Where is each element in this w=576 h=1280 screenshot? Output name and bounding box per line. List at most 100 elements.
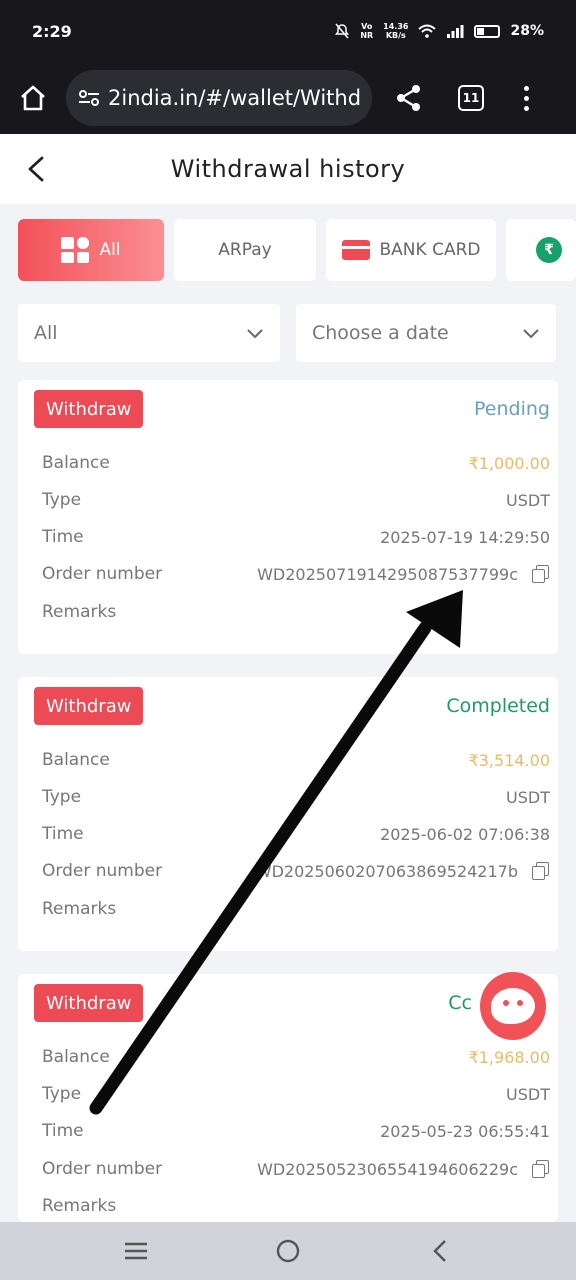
url-bar[interactable]: 2india.in/#/wallet/Withd [66, 70, 372, 126]
browser-toolbar: 2india.in/#/wallet/Withd 11 [0, 62, 576, 134]
mute-bell-icon [335, 23, 350, 39]
type-value: USDT [506, 490, 550, 510]
home-nav-button[interactable] [273, 1236, 303, 1266]
date-filter-dropdown[interactable]: Choose a date [296, 304, 556, 362]
record-status: Pending [474, 398, 550, 420]
speed-value: 14.36 [383, 22, 409, 31]
order-number-row: Order number WD2025071914295087537799c [42, 562, 550, 586]
balance-row: Balance ₹1,000.00 [42, 451, 550, 475]
url-text: 2india.in/#/wallet/Withd [108, 86, 362, 110]
tab-switcher-button[interactable]: 11 [458, 85, 484, 111]
type-row: Type USDT [42, 785, 550, 809]
time-row: Time 2025-06-02 07:06:38 [42, 822, 550, 846]
status-icons: Vo NR 14.36 KB/s 28% [334, 22, 544, 40]
withdrawal-record: Withdraw Completed Balance ₹3,514.00 Typ… [18, 677, 558, 951]
record-type-badge: Withdraw [34, 984, 144, 1022]
time-label: Time [42, 1121, 84, 1141]
signal-icon [447, 25, 464, 38]
status-bar: 2:29 Vo NR 14.36 KB/s 28% [0, 0, 576, 62]
balance-label: Balance [42, 453, 110, 473]
date-filter-value: Choose a date [312, 322, 449, 344]
balance-row: Balance ₹3,514.00 [42, 748, 550, 772]
customer-service-button[interactable] [480, 972, 546, 1040]
withdrawal-record: Withdraw Pending Balance ₹1,000.00 Type … [18, 380, 558, 654]
home-icon [21, 85, 45, 111]
remarks-label: Remarks [42, 1196, 117, 1216]
speed-unit: KB/s [385, 31, 406, 40]
remarks-row: Remarks [42, 600, 550, 624]
network-speed: 14.36 KB/s [383, 22, 408, 40]
copy-icon[interactable] [532, 862, 550, 880]
bank-card-icon [341, 240, 370, 260]
type-value: USDT [506, 1084, 550, 1104]
tab-arpay[interactable]: ARPay [174, 219, 316, 281]
tab-arpay-label: ARPay [218, 240, 272, 260]
order-number-row: Order number WD2025052306554194606229c [42, 1157, 550, 1181]
balance-label: Balance [42, 1047, 110, 1067]
time-row: Time 2025-05-23 06:55:41 [42, 1119, 550, 1143]
recent-apps-button[interactable] [121, 1236, 151, 1266]
order-number-value: WD2025052306554194606229c [257, 1159, 518, 1179]
page-header: Withdrawal history [0, 134, 576, 204]
back-nav-button[interactable] [425, 1236, 455, 1266]
time-value: 2025-05-23 06:55:41 [380, 1121, 550, 1141]
remarks-row: Remarks [42, 897, 550, 921]
payment-method-tabs: All ARPay BANK CARD ₹ [18, 219, 576, 281]
type-label: Type [42, 787, 82, 807]
tab-upi[interactable]: ₹ [506, 219, 576, 281]
tab-bank-card[interactable]: BANK CARD [326, 219, 496, 281]
tab-all[interactable]: All [18, 219, 164, 281]
balance-value: ₹1,968.00 [468, 1047, 550, 1067]
type-value: USDT [506, 787, 550, 807]
order-number-label: Order number [42, 564, 163, 584]
time-label: Time [42, 527, 84, 547]
balance-value: ₹3,514.00 [468, 750, 550, 770]
type-label: Type [42, 490, 82, 510]
record-type-badge: Withdraw [34, 390, 144, 428]
share-icon [397, 85, 420, 111]
order-number-label: Order number [42, 1159, 163, 1179]
rupee-coin-icon: ₹ [536, 237, 562, 263]
system-navigation-bar [0, 1222, 576, 1280]
volte-icon: Vo NR [360, 22, 374, 40]
back-chevron-icon [433, 1240, 446, 1262]
home-button[interactable] [16, 81, 50, 115]
order-number-value: WD2025060207063869524217b [255, 861, 518, 881]
copy-icon[interactable] [532, 1160, 550, 1178]
order-number-row: Order number WD2025060207063869524217b [42, 859, 550, 883]
type-filter-value: All [34, 322, 58, 344]
record-status: Cc [448, 992, 472, 1014]
battery-icon [474, 24, 501, 38]
remarks-label: Remarks [42, 899, 117, 919]
order-number-value: WD2025071914295087537799c [257, 564, 518, 584]
balance-label: Balance [42, 750, 110, 770]
page-title: Withdrawal history [170, 155, 406, 183]
time-row: Time 2025-07-19 14:29:50 [42, 525, 550, 549]
type-filter-dropdown[interactable]: All [18, 304, 280, 362]
order-number-label: Order number [42, 861, 163, 881]
more-menu-icon[interactable] [522, 85, 530, 111]
balance-row: Balance ₹1,968.00 [42, 1045, 550, 1069]
copy-icon[interactable] [532, 565, 550, 583]
site-settings-icon[interactable] [78, 88, 100, 108]
menu-lines-icon [125, 1242, 147, 1260]
chevron-down-icon [247, 329, 263, 339]
time-label: Time [42, 824, 84, 844]
wifi-icon [418, 24, 437, 38]
tab-all-label: All [99, 240, 121, 260]
time-value: 2025-06-02 07:06:38 [380, 824, 550, 844]
record-status: Completed [446, 695, 550, 717]
status-time: 2:29 [32, 21, 72, 41]
time-value: 2025-07-19 14:29:50 [380, 527, 550, 547]
share-button[interactable] [394, 83, 424, 113]
battery-percent: 28% [510, 23, 544, 39]
type-label: Type [42, 1084, 82, 1104]
tab-bank-card-label: BANK CARD [379, 240, 481, 260]
circle-home-icon [276, 1239, 300, 1263]
back-arrow-icon[interactable] [24, 154, 48, 184]
type-row: Type USDT [42, 488, 550, 512]
remarks-row: Remarks [42, 1194, 550, 1218]
record-type-badge: Withdraw [34, 687, 144, 725]
type-row: Type USDT [42, 1082, 550, 1106]
balance-value: ₹1,000.00 [468, 453, 550, 473]
